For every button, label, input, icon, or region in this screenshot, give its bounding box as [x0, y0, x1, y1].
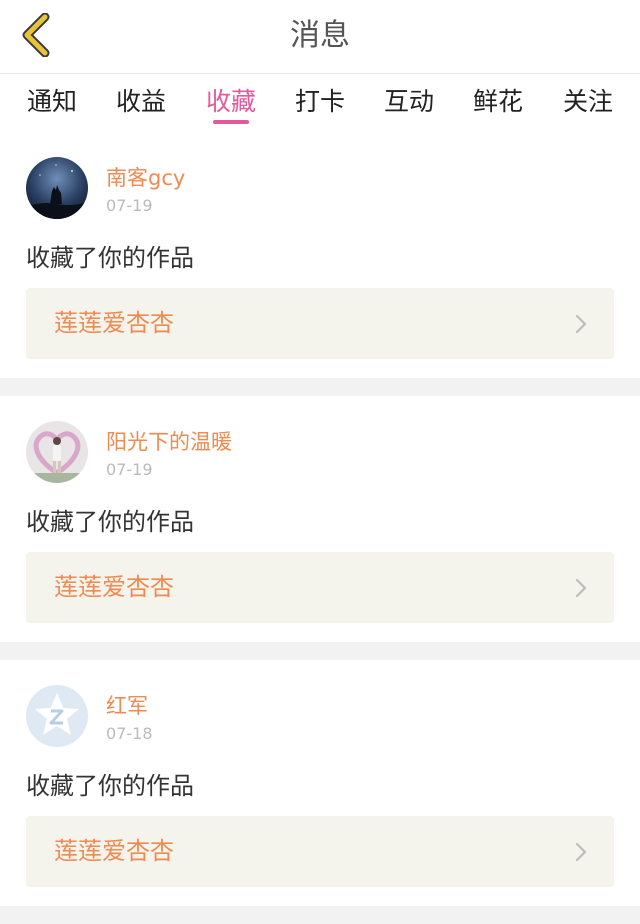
tab-following[interactable]: 关注 [561, 84, 615, 124]
chevron-right-icon [575, 578, 587, 598]
feed-item: 阳光下的温暖 07-19 收藏了你的作品 莲莲爱杏杏 [0, 396, 640, 642]
work-link[interactable]: 莲莲爱杏杏 [26, 816, 614, 887]
avatar[interactable] [26, 421, 88, 483]
avatar[interactable] [26, 157, 88, 219]
work-link[interactable]: 莲莲爱杏杏 [26, 288, 614, 359]
section-divider [0, 906, 640, 924]
work-title: 莲莲爱杏杏 [54, 837, 174, 865]
tab-label: 收藏 [205, 87, 256, 116]
tab-label: 收益 [115, 87, 166, 116]
action-text: 收藏了你的作品 [26, 244, 194, 272]
feed-item: 红军 07-18 收藏了你的作品 莲莲爱杏杏 [0, 660, 640, 906]
action-text: 收藏了你的作品 [26, 772, 194, 800]
night-wolf-avatar-image [26, 157, 88, 219]
tab-flowers[interactable]: 鲜花 [471, 84, 525, 124]
work-title: 莲莲爱杏杏 [54, 309, 174, 337]
tab-favorites[interactable]: 收藏 [204, 84, 258, 124]
username-link[interactable]: 阳光下的温暖 [106, 426, 232, 456]
username-link[interactable]: 南客gcy [106, 162, 185, 192]
tab-label: 打卡 [294, 87, 345, 116]
tab-interaction[interactable]: 互动 [382, 84, 436, 124]
tab-label: 关注 [562, 87, 613, 116]
timestamp: 07-19 [106, 196, 153, 215]
tab-earnings[interactable]: 收益 [114, 84, 168, 124]
work-link[interactable]: 莲莲爱杏杏 [26, 552, 614, 623]
tab-label: 鲜花 [472, 87, 523, 116]
action-text: 收藏了你的作品 [26, 508, 194, 536]
section-divider [0, 642, 640, 660]
work-title: 莲莲爱杏杏 [54, 573, 174, 601]
feed-item: 南客gcy 07-19 收藏了你的作品 莲莲爱杏杏 [0, 132, 640, 378]
default-z-star-avatar-image [26, 685, 88, 747]
tab-label: 互动 [383, 87, 434, 116]
tab-label: 通知 [26, 87, 77, 116]
tab-notifications[interactable]: 通知 [25, 84, 79, 124]
section-divider [0, 378, 640, 396]
tab-bar: 通知 收益 收藏 打卡 互动 鲜花 关注 [0, 74, 640, 132]
chevron-right-icon [575, 842, 587, 862]
username-link[interactable]: 红军 [106, 690, 148, 720]
favorites-feed: 南客gcy 07-19 收藏了你的作品 莲莲爱杏杏 阳光下的温暖 07-19 收 [0, 132, 640, 924]
timestamp: 07-19 [106, 460, 153, 479]
tab-checkin[interactable]: 打卡 [293, 84, 347, 124]
timestamp: 07-18 [106, 724, 153, 743]
active-tab-indicator [213, 120, 249, 124]
person-heart-avatar-image [26, 421, 88, 483]
avatar[interactable] [26, 685, 88, 747]
page-title: 消息 [290, 18, 350, 53]
chevron-right-icon [575, 314, 587, 334]
header-bar: 消息 [0, 0, 640, 74]
